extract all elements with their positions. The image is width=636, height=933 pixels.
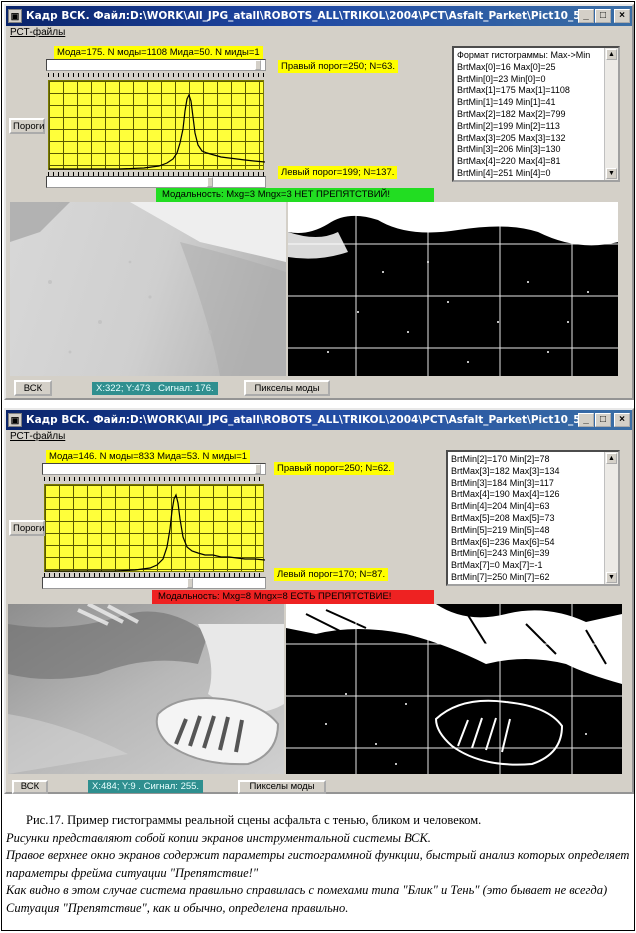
thresholds-button[interactable]: Пороги [9, 118, 45, 134]
right-threshold-label: Правый порог=250; N=62. [274, 462, 394, 475]
list-item[interactable]: BrtMin[3]=206 Min[3]=130 [457, 144, 602, 156]
params-lines: Формат гистограммы: Max->Min BrtMax[0]=16… [457, 50, 602, 180]
histogram-plot [44, 484, 265, 572]
modality-text: Модальность: Mxg=8 Mngx=8 ЕСТЬ ПРЕПЯТСТВ… [158, 591, 392, 602]
modality-status: Модальность: Mxg=3 Mngx=3 НЕТ ПРЕПЯТСТВИ… [156, 188, 434, 202]
modality-text: Модальность: Mxg=3 Mngx=3 НЕТ ПРЕПЯТСТВИ… [162, 189, 391, 200]
top-window-titlebar[interactable]: ▣ Кадр ВСК. Файл:D:\WORK\All_JPG_atall\R… [6, 6, 632, 26]
modality-status: Модальность: Mxg=8 Mngx=8 ЕСТЬ ПРЕПЯТСТВ… [152, 590, 434, 604]
list-item[interactable]: BrtMin[0]=23 Min[0]=0 [457, 74, 602, 86]
list-item[interactable]: BrtMax[3]=205 Max[3]=132 [457, 133, 602, 145]
list-item[interactable]: BrtMax[0]=16 Max[0]=25 [457, 62, 602, 74]
upper-slider-thumb[interactable] [255, 464, 261, 474]
scroll-down-arrow-icon[interactable]: ▼ [606, 572, 617, 583]
caption-line-2: Правое верхнее окно экранов содержит пар… [6, 848, 630, 880]
list-item[interactable]: BrtMax[2]=182 Max[2]=799 [457, 109, 602, 121]
upper-threshold-slider[interactable] [46, 59, 266, 71]
list-item[interactable]: BrtMax[3]=182 Max[3]=134 [451, 466, 602, 478]
list-item[interactable]: BrtMax[7]=0 Max[7]=-1 [451, 560, 602, 572]
scroll-up-arrow-icon[interactable]: ▲ [606, 49, 617, 60]
maximize-button[interactable]: □ [595, 413, 611, 427]
histogram-header: Мода=175. N моды=1108 Мида=50. N миды=1 [54, 46, 263, 59]
histogram-params-list[interactable]: BrtMin[2]=170 Min[2]=78 BrtMax[3]=182 Max… [446, 450, 620, 586]
upper-threshold-slider[interactable] [42, 463, 266, 475]
list-item[interactable]: BrtMin[2]=199 Min[2]=113 [457, 121, 602, 133]
asphalt-shoe-photo [8, 604, 284, 774]
histogram-params-list[interactable]: Формат гистограммы: Max->Min BrtMax[0]=16… [452, 46, 620, 182]
lower-slider-thumb[interactable] [207, 177, 213, 187]
params-lines: BrtMin[2]=170 Min[2]=78 BrtMax[3]=182 Max… [451, 454, 602, 584]
list-item[interactable]: BrtMax[4]=220 Max[4]=81 [457, 156, 602, 168]
upper-slider-thumb[interactable] [255, 60, 261, 70]
cursor-signal-readout: X:322; Y:473 . Сигнал: 176. [92, 382, 218, 395]
left-threshold-label: Левый порог=199; N=137. [278, 166, 398, 179]
histogram-plot [48, 80, 265, 170]
upper-slider-ticks [44, 477, 264, 481]
lower-threshold-slider[interactable] [46, 176, 266, 188]
list-item[interactable]: Формат гистограммы: Max->Min [457, 50, 602, 62]
list-item[interactable]: BrtMax[4]=190 Max[4]=126 [451, 489, 602, 501]
caption-line-3: Как видно в этом случае система правильн… [6, 883, 608, 915]
list-item[interactable]: BrtMin[4]=251 Min[4]=0 [457, 168, 602, 180]
source-frame-image[interactable] [8, 604, 284, 774]
bottom-window-titlebar[interactable]: ▣ Кадр ВСК. Файл:D:\WORK\All_JPG_atall\R… [6, 410, 632, 430]
list-item[interactable]: BrtMin[6]=243 Min[6]=39 [451, 548, 602, 560]
vsk-button[interactable]: ВСК [12, 780, 48, 794]
page: ▣ Кадр ВСК. Файл:D:\WORK\All_JPG_atall\R… [1, 1, 635, 931]
list-item[interactable]: BrtMax[1]=175 Max[1]=1108 [457, 85, 602, 97]
binary-photo [286, 604, 622, 774]
list-item[interactable]: BrtMin[2]=170 Min[2]=78 [451, 454, 602, 466]
list-item[interactable]: BrtMin[7]=250 Min[7]=62 [451, 572, 602, 584]
binary-frame-image[interactable] [286, 604, 622, 774]
list-item[interactable]: BrtMin[1]=149 Min[1]=41 [457, 97, 602, 109]
app-icon[interactable]: ▣ [8, 413, 22, 427]
binary-frame-image[interactable] [288, 202, 618, 376]
caption-line-1: Рисунки представляют собой копии экранов… [6, 830, 431, 845]
lower-threshold-slider[interactable] [42, 577, 266, 589]
list-scrollbar[interactable]: ▲ ▼ [604, 452, 618, 584]
menu-pct-files[interactable]: РСТ-файлы [10, 431, 65, 442]
bottom-window: ▣ Кадр ВСК. Файл:D:\WORK\All_JPG_atall\R… [4, 408, 634, 794]
scroll-down-arrow-icon[interactable]: ▼ [606, 168, 617, 179]
upper-slider-ticks [48, 73, 264, 77]
lower-slider-thumb[interactable] [187, 578, 193, 588]
histogram-curve [49, 93, 265, 170]
menu-pct-files[interactable]: РСТ-файлы [10, 27, 65, 38]
cursor-signal-readout: X:484; Y:9 . Сигнал: 255. [88, 780, 204, 793]
scroll-up-arrow-icon[interactable]: ▲ [606, 453, 617, 464]
minimize-button[interactable]: _ [578, 9, 594, 23]
list-item[interactable]: BrtMax[5]=208 Max[5]=73 [451, 513, 602, 525]
asphalt-photo [10, 202, 286, 376]
histogram-header: Мода=146. N моды=833 Мида=53. N миды=1 [46, 450, 251, 463]
menubar: РСТ-файлы [6, 26, 632, 40]
list-item[interactable]: BrtMin[5]=219 Min[5]=48 [451, 525, 602, 537]
left-threshold-label: Левый порог=170; N=87. [274, 568, 389, 581]
vsk-button[interactable]: ВСК [14, 380, 52, 396]
close-button[interactable]: × [614, 413, 630, 427]
source-frame-image[interactable] [10, 202, 286, 376]
list-item[interactable]: BrtMin[3]=184 Min[3]=117 [451, 478, 602, 490]
top-window-title: Кадр ВСК. Файл:D:\WORK\All_JPG_atall\ROB… [26, 10, 578, 22]
thresholds-button[interactable]: Пороги [9, 520, 45, 536]
histogram-curve [45, 493, 265, 572]
list-item[interactable]: BrtMin[4]=204 Min[4]=63 [451, 501, 602, 513]
close-button[interactable]: × [614, 9, 630, 23]
caption-title: Рис.17. Пример гистограммы реальной сцен… [26, 813, 482, 827]
menubar: РСТ-файлы [6, 430, 632, 444]
mode-pixels-button[interactable]: Пикселы моды [238, 780, 326, 794]
bottom-window-title: Кадр ВСК. Файл:D:\WORK\All_JPG_atall\ROB… [26, 414, 578, 426]
right-threshold-label: Правый порог=250; N=63. [278, 60, 398, 73]
top-window: ▣ Кадр ВСК. Файл:D:\WORK\All_JPG_atall\R… [4, 4, 634, 400]
list-item[interactable]: BrtMax[6]=236 Max[6]=54 [451, 537, 602, 549]
app-icon[interactable]: ▣ [8, 9, 22, 23]
mode-pixels-button[interactable]: Пикселы моды [244, 380, 330, 396]
maximize-button[interactable]: □ [595, 9, 611, 23]
minimize-button[interactable]: _ [578, 413, 594, 427]
figure-caption: Рис.17. Пример гистограммы реальной сцен… [6, 812, 632, 917]
list-scrollbar[interactable]: ▲ ▼ [604, 48, 618, 180]
binary-photo [288, 202, 618, 376]
